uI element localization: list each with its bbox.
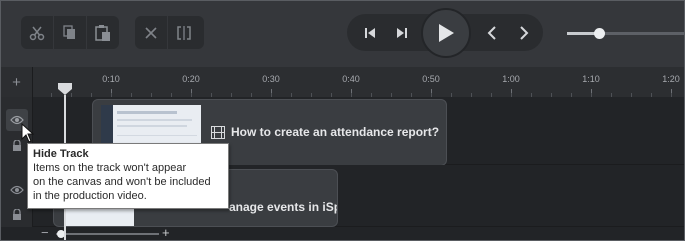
slider-knob[interactable] [594, 28, 606, 39]
lock-track-button[interactable] [9, 208, 25, 222]
tooltip-title: Hide Track [33, 148, 89, 160]
step-back-icon [365, 27, 375, 38]
split-button[interactable] [168, 16, 200, 49]
copy-button[interactable] [54, 16, 86, 49]
clipboard-group [21, 16, 119, 49]
clip-thumbnail [64, 206, 134, 226]
ruler-tick-label: 0:20 [182, 74, 200, 84]
film-icon [211, 126, 225, 139]
clip-title: anage events in iSp [229, 200, 338, 214]
delete-button[interactable] [135, 16, 167, 49]
mouse-cursor-icon [21, 123, 35, 143]
ruler-tick-label: 1:20 [662, 74, 680, 84]
chevron-right-icon [520, 25, 529, 40]
timeline-zoom: − + [33, 225, 684, 240]
zoom-in-button[interactable]: + [162, 225, 170, 240]
tooltip-line: on the canvas and won't be included [33, 176, 211, 188]
toolbar [1, 1, 684, 67]
play-icon [439, 24, 454, 42]
time-ruler[interactable]: 0:10 0:20 0:30 0:40 0:50 1:00 1:10 1:20 [33, 67, 684, 97]
timeline-zoom-slider[interactable] [56, 233, 159, 235]
tooltip: Hide Track Items on the track won't appe… [27, 143, 229, 209]
preview-zoom-slider[interactable] [567, 28, 684, 39]
split-icon [177, 25, 191, 40]
lock-icon [13, 209, 21, 220]
tooltip-line: in the production video. [33, 190, 147, 202]
copy-icon [63, 24, 75, 39]
add-track-button[interactable]: + [1, 67, 33, 97]
ruler-tick-label: 0:50 [422, 74, 440, 84]
hide-track-button[interactable] [9, 183, 25, 197]
paste-icon [95, 24, 110, 41]
ruler-tick-label: 1:10 [582, 74, 600, 84]
next-marker-button[interactable] [509, 14, 539, 51]
step-forward-icon [397, 27, 407, 38]
step-forward-button[interactable] [387, 14, 417, 51]
edit-group [135, 16, 204, 49]
play-button[interactable] [421, 8, 471, 58]
scissors-icon [29, 26, 45, 40]
editor-window: + 0:10 0:20 0:30 0:40 0:50 1:00 1:10 1:20 [0, 0, 685, 241]
plus-icon: + [12, 73, 21, 91]
clip-title: How to create an attendance report? [231, 125, 440, 139]
step-back-button[interactable] [355, 14, 385, 51]
prev-marker-button[interactable] [477, 14, 507, 51]
ruler-tick-label: 0:40 [342, 74, 360, 84]
ruler-tick-label: 0:30 [262, 74, 280, 84]
cut-button[interactable] [21, 16, 53, 49]
paste-button[interactable] [87, 16, 119, 49]
chevron-left-icon [487, 25, 496, 40]
ruler-tick-label: 1:00 [502, 74, 520, 84]
eye-icon [10, 185, 24, 195]
tooltip-line: Items on the track won't appear [33, 162, 187, 174]
delete-icon [145, 26, 157, 39]
ruler-tick-label: 0:10 [102, 74, 120, 84]
zoom-out-button[interactable]: − [41, 225, 49, 240]
